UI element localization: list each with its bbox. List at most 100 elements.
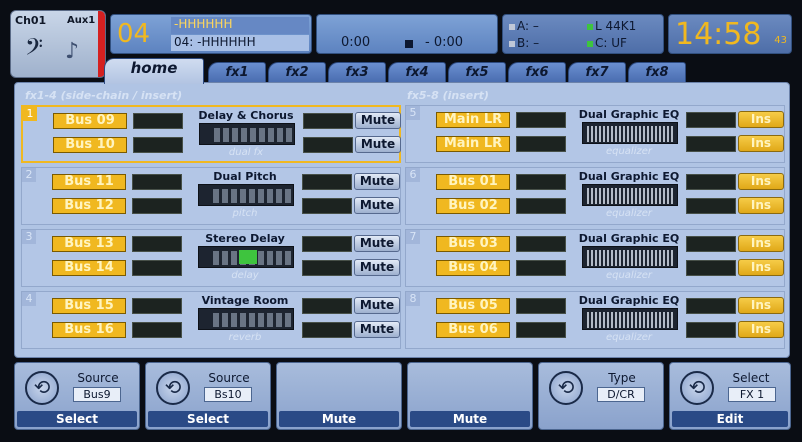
bass-clef-icon: 𝄢 [25,33,44,66]
input-meter [516,174,566,190]
mute-button[interactable]: Mute [355,112,401,129]
softkey-label: Select [732,371,770,385]
softkey-action[interactable]: Select [17,411,137,427]
fx-name: Stereo Delay [205,232,285,245]
input-meter [132,322,182,338]
fx-input-2[interactable]: Bus 14 [52,260,126,276]
tab-fx5[interactable]: fx5 [448,62,506,82]
status-a: A: – [509,19,539,33]
mute-button[interactable]: Mute [354,321,400,338]
card-status[interactable]: A: – B: – L 44K1 C: UF [502,14,664,54]
softkey-value: FX 1 [728,387,776,402]
softkey-value: Bus9 [73,387,121,402]
softkey-action[interactable]: Mute [279,411,399,427]
softkey-action[interactable]: Edit [672,411,788,427]
rotary-encoder-icon[interactable] [25,371,59,405]
fx-input-1[interactable]: Bus 11 [52,174,126,190]
fx-input-1[interactable]: Bus 05 [436,298,510,314]
insert-button[interactable]: Ins [738,173,784,190]
tab-fx4[interactable]: fx4 [388,62,446,82]
fx-thumbnail[interactable] [198,308,294,330]
input-meter [132,174,182,190]
fx-input-1[interactable]: Bus 15 [52,298,126,314]
transport-display[interactable]: 0:00 - 0:00 [316,14,498,54]
fx-input-1[interactable]: Bus 03 [436,236,510,252]
fx-input-1[interactable]: Bus 13 [52,236,126,252]
softkey-3[interactable]: Mute [276,362,402,430]
fx-input-2[interactable]: Bus 06 [436,322,510,338]
insert-button[interactable]: Ins [738,297,784,314]
tab-fx2[interactable]: fx2 [268,62,326,82]
insert-button[interactable]: Ins [738,259,784,276]
tab-fx3[interactable]: fx3 [328,62,386,82]
output-meter [686,322,736,338]
fx-slot-5[interactable]: 5 Main LR Main LR Dual Graphic EQ equalizer I… [405,105,785,163]
fx-thumbnail[interactable] [582,246,678,268]
fx-input-2[interactable]: Main LR [436,136,510,152]
fx-input-2[interactable]: Bus 02 [436,198,510,214]
fx-name: Dual Graphic EQ [578,108,680,121]
insert-button[interactable]: Ins [738,321,784,338]
mute-button[interactable]: Mute [355,136,401,153]
mute-button[interactable]: Mute [354,259,400,276]
fx-thumbnail[interactable] [198,184,294,206]
insert-button[interactable]: Ins [738,197,784,214]
insert-button[interactable]: Ins [738,235,784,252]
insert-button[interactable]: Ins [738,135,784,152]
output-meter [302,174,352,190]
fx-input-2[interactable]: Bus 12 [52,198,126,214]
rotary-encoder-icon[interactable] [680,371,714,405]
fx-slot-6[interactable]: 6 Bus 01 Bus 02 Dual Graphic EQ equalizer Ins… [405,167,785,225]
mute-button[interactable]: Mute [354,173,400,190]
fx-slot-7[interactable]: 7 Bus 03 Bus 04 Dual Graphic EQ equalizer Ins… [405,229,785,287]
softkey-action[interactable]: Select [148,411,268,427]
tab-fx7[interactable]: fx7 [568,62,626,82]
fx-slot-2[interactable]: 2 Bus 11 Bus 12 Dual Pitch pitch Mute Mute [21,167,401,225]
fx-thumbnail[interactable] [198,246,294,268]
fx-input-1[interactable]: Main LR [436,112,510,128]
softkey-6[interactable]: Select FX 1 Edit [669,362,791,430]
status-l-icon [587,23,593,30]
input-meter [133,137,183,153]
remaining-time: - 0:00 [425,35,464,50]
tab-fx8[interactable]: fx8 [628,62,686,82]
softkey-action[interactable]: Mute [410,411,530,427]
fx-slot-8[interactable]: 8 Bus 05 Bus 06 Dual Graphic EQ equalizer Ins… [405,291,785,349]
output-meter [303,137,353,153]
mute-button[interactable]: Mute [354,235,400,252]
status-c: C: UF [587,36,627,50]
insert-button[interactable]: Ins [738,111,784,128]
fx-input-1[interactable]: Bus 09 [53,113,127,129]
tab-fx1[interactable]: fx1 [208,62,266,82]
fx-type: equalizer [605,146,653,157]
fx-input-2[interactable]: Bus 16 [52,322,126,338]
scene-next: 04: -HHHHHH [171,35,309,51]
output-meter [686,112,736,128]
fx-slot-1[interactable]: 1 Bus 09 Bus 10 Delay & Chorus dual fx Mute Mu… [21,105,401,163]
fx-slot-number: 5 [406,106,420,120]
fx-input-2[interactable]: Bus 10 [53,137,127,153]
mute-button[interactable]: Mute [354,297,400,314]
channel-badge[interactable]: Ch01 Aux1 𝄢 ♪ [10,10,106,78]
mute-button[interactable]: Mute [354,197,400,214]
softkey-2[interactable]: Source Bs10 Select [145,362,271,430]
fx-thumbnail[interactable] [582,184,678,206]
fx-slot-3[interactable]: 3 Bus 13 Bus 14 Stereo Delay delay Mute Mute [21,229,401,287]
output-meter [686,260,736,276]
tab-home[interactable]: home [104,58,204,84]
fx-thumbnail[interactable] [199,123,295,145]
softkey-5[interactable]: Type D/CR [538,362,664,430]
softkey-value: D/CR [597,387,645,402]
rotary-encoder-icon[interactable] [156,371,190,405]
fx-thumbnail[interactable] [582,122,678,144]
softkey-4[interactable]: Mute [407,362,533,430]
softkey-1[interactable]: Source Bus9 Select [14,362,140,430]
rotary-encoder-icon[interactable] [549,371,583,405]
fx-slot-4[interactable]: 4 Bus 15 Bus 16 Vintage Room reverb Mute Mute [21,291,401,349]
fx-input-2[interactable]: Bus 04 [436,260,510,276]
fx-name: Delay & Chorus [198,109,294,122]
tab-fx6[interactable]: fx6 [508,62,566,82]
fx-input-1[interactable]: Bus 01 [436,174,510,190]
fx-thumbnail[interactable] [582,308,678,330]
scene-display[interactable]: 04 -HHHHHH 04: -HHHHHH [110,14,312,54]
